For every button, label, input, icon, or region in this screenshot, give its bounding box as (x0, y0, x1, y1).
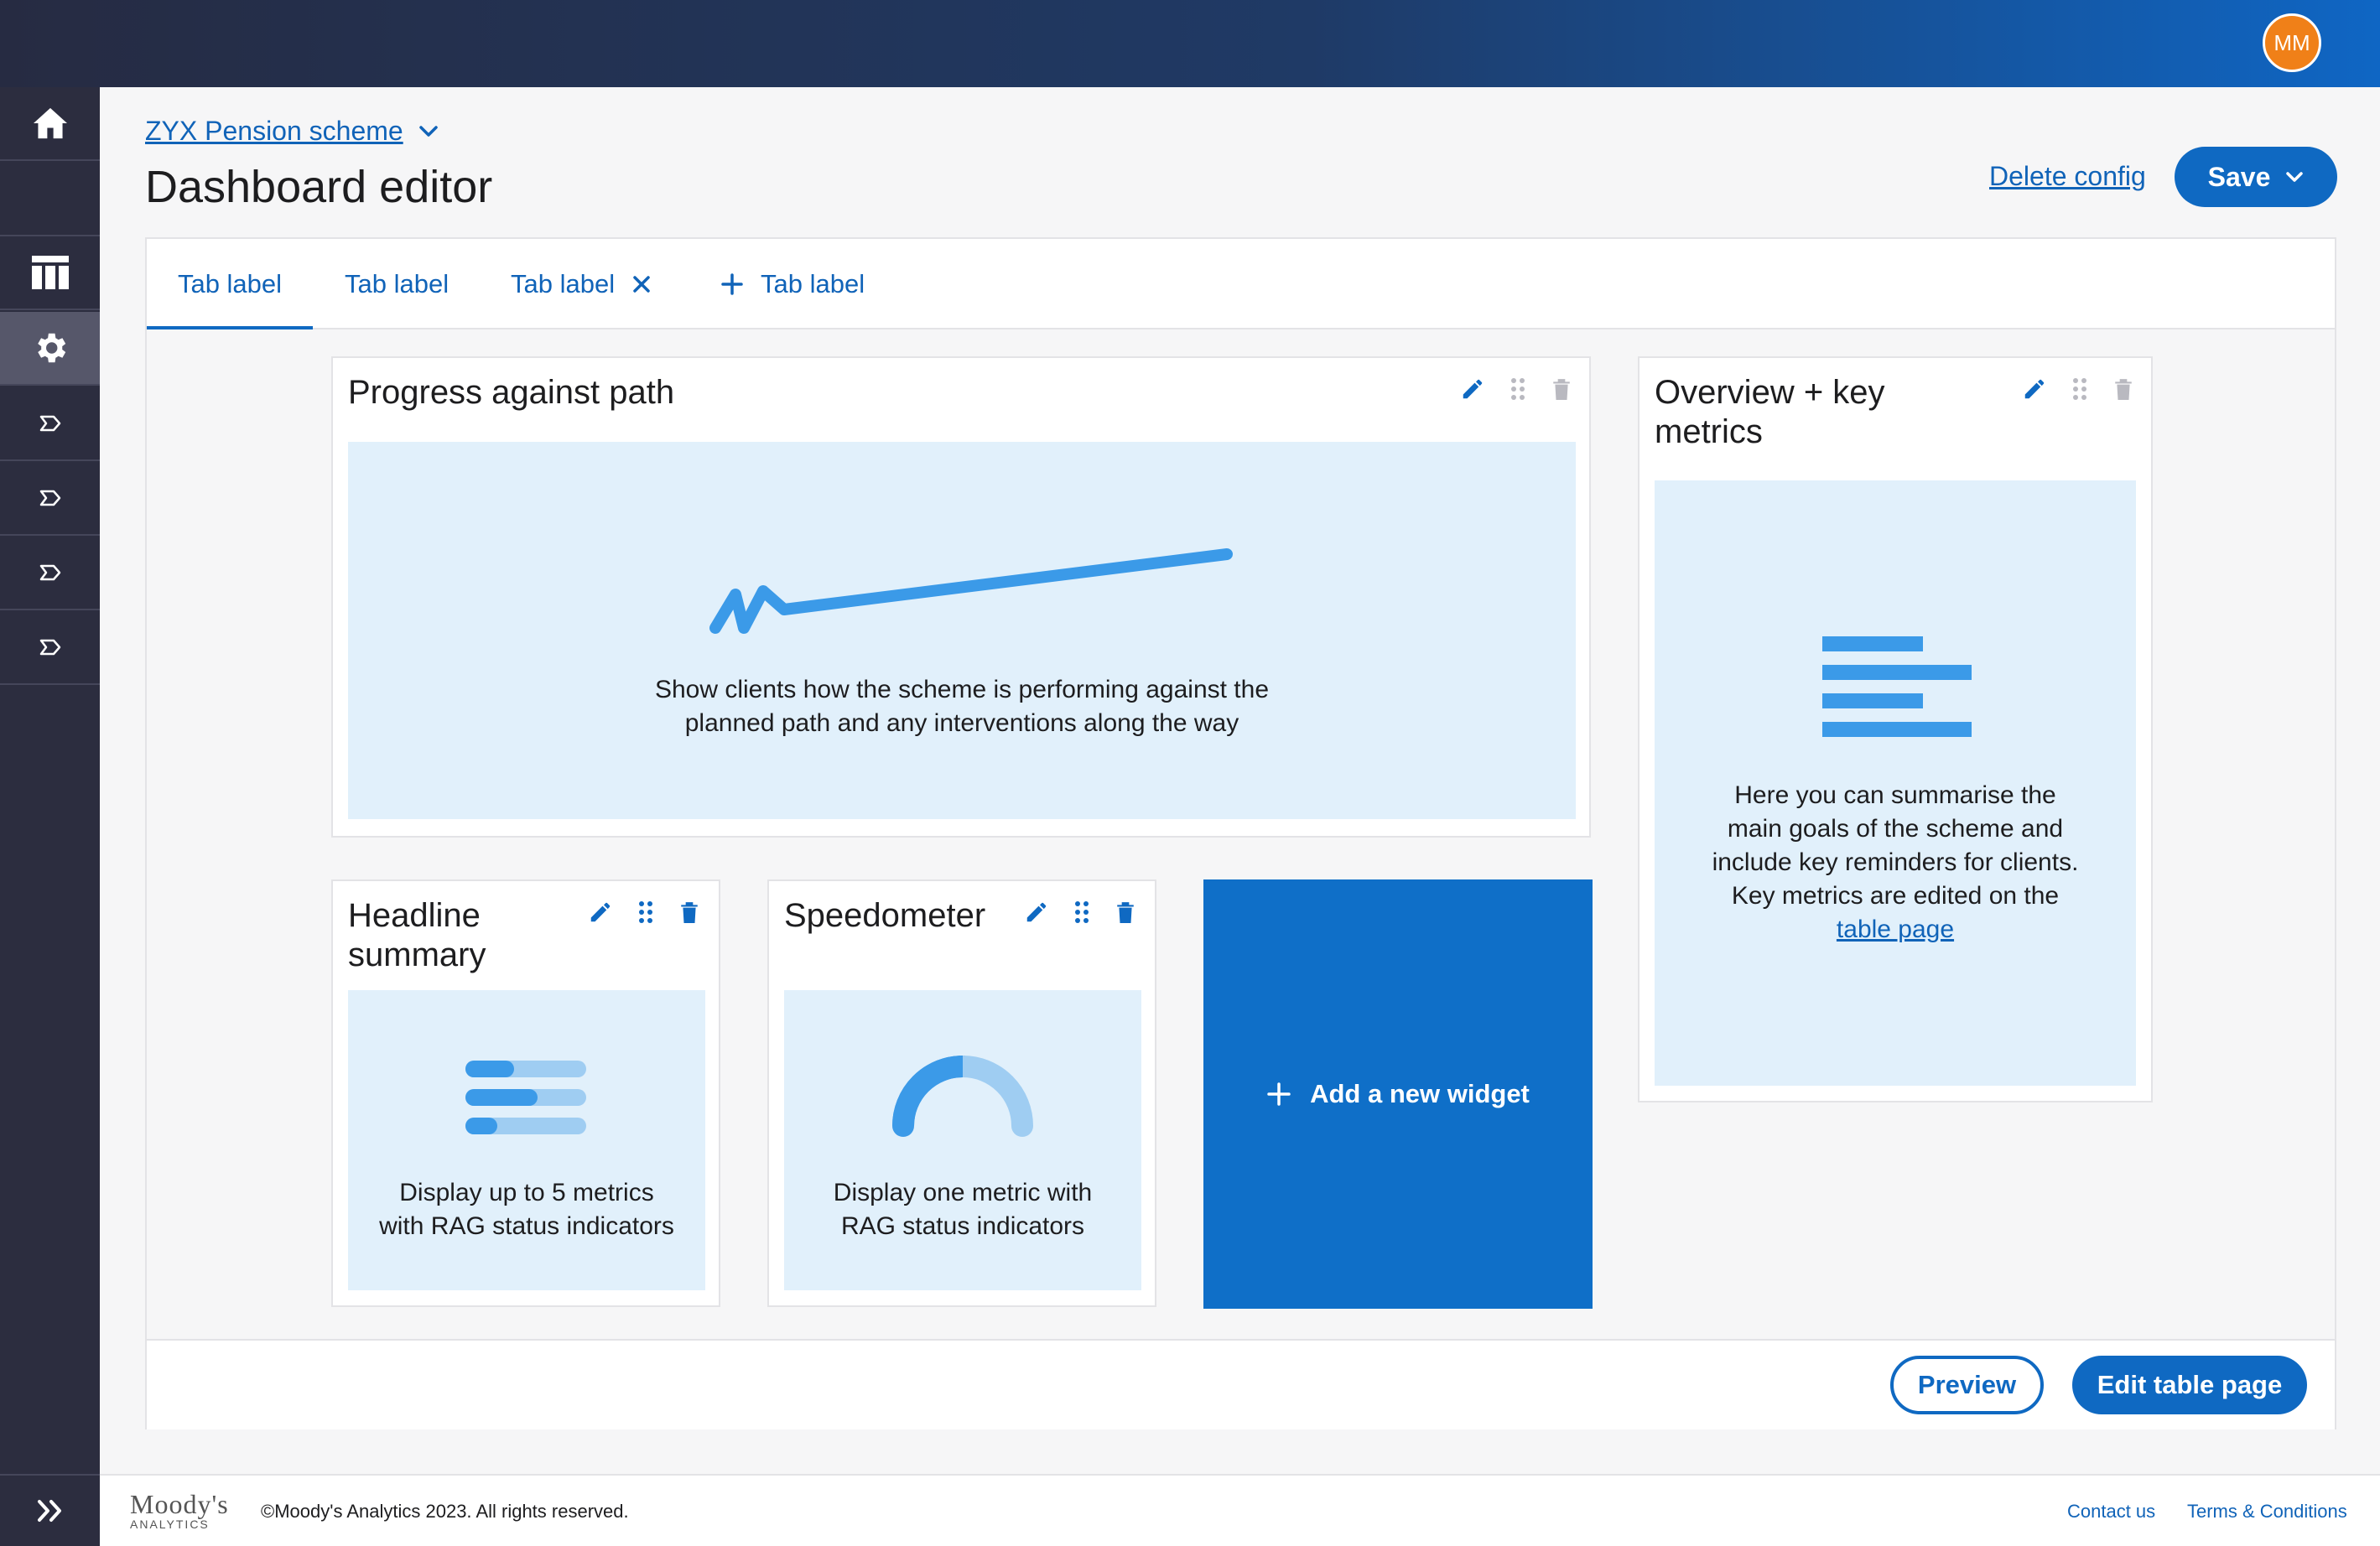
trash-icon[interactable] (1551, 376, 1572, 402)
table-icon (31, 256, 69, 289)
widget-canvas: Progress against path Show clients how t… (147, 329, 2335, 1339)
sidebar-expand-button[interactable] (0, 1476, 100, 1546)
text-lines-icon (1822, 636, 1972, 737)
widget-description: Display one metric with RAG status indic… (833, 1179, 1093, 1240)
widget-headline-summary[interactable]: Headline summary Display up to 5 metrics… (331, 879, 720, 1307)
breadcrumb[interactable]: ZYX Pension scheme (145, 116, 439, 147)
widget-title: Progress against path (348, 374, 675, 411)
copyright-text: ©Moody's Analytics 2023. All rights rese… (261, 1501, 629, 1522)
tab-3[interactable]: Tab label (511, 239, 652, 329)
tab-label: Tab label (511, 269, 616, 298)
widget-description: Display up to 5 metrics with RAG status … (379, 1179, 674, 1240)
tab-label: Tab label (761, 269, 865, 298)
widget-title: Overview + key metrics (1655, 374, 1885, 450)
delete-config-link[interactable]: Delete config (1989, 161, 2146, 192)
save-button-label: Save (2207, 161, 2271, 192)
add-widget-button[interactable]: Add a new widget (1203, 879, 1593, 1309)
table-page-link[interactable]: table page (1837, 916, 1954, 943)
save-button[interactable]: Save (2175, 147, 2337, 207)
pencil-icon[interactable] (1024, 900, 1049, 925)
chevron-down-icon[interactable] (418, 125, 439, 138)
sidebar-item-table[interactable] (0, 236, 100, 310)
panel-action-bar: Preview Edit table page (147, 1339, 2335, 1429)
widget-preview-area: Display one metric with RAG status indic… (784, 990, 1141, 1290)
tab-label: Tab label (177, 269, 283, 298)
add-widget-label: Add a new widget (1310, 1079, 1530, 1108)
drag-handle-icon[interactable] (2072, 376, 2087, 402)
tab-label: Tab label (345, 269, 449, 298)
widget-progress-against-path[interactable]: Progress against path Show clients how t… (331, 356, 1591, 838)
widget-description: Here you can summarise the main goals of… (1712, 781, 2079, 943)
edit-table-page-button[interactable]: Edit table page (2072, 1356, 2307, 1414)
sidebar-item-settings[interactable] (0, 312, 100, 386)
sidebar-item-home[interactable] (0, 87, 100, 161)
chevron-down-icon (2286, 172, 2304, 182)
sidebar-item-tag-3[interactable] (0, 537, 100, 610)
drag-handle-icon[interactable] (1074, 900, 1089, 925)
moodys-logo: Moody's ANALYTICS (130, 1489, 229, 1531)
editor-panel: Tab label Tab label Tab label Tab label … (145, 237, 2336, 1429)
tab-bar: Tab label Tab label Tab label Tab label (147, 239, 2335, 331)
widget-title: Speedometer (784, 897, 986, 934)
terms-link[interactable]: Terms & Conditions (2187, 1501, 2347, 1523)
line-chart-icon (709, 548, 1233, 634)
preview-button[interactable]: Preview (1890, 1356, 2044, 1414)
pencil-icon[interactable] (588, 900, 613, 925)
top-bar: MM (0, 0, 2380, 87)
widget-preview-area: Show clients how the scheme is performin… (348, 442, 1576, 819)
bar-metrics-icon (465, 1061, 586, 1134)
tag-icon (39, 639, 60, 656)
tab-1[interactable]: Tab label (147, 239, 313, 331)
gauge-icon (892, 1056, 1033, 1137)
double-chevron-right-icon (37, 1500, 61, 1522)
widget-preview-area: Display up to 5 metrics with RAG status … (348, 990, 705, 1290)
pencil-icon[interactable] (2022, 376, 2047, 402)
page-title: Dashboard editor (145, 162, 493, 212)
widget-overview-key-metrics[interactable]: Overview + key metrics Here you can summ… (1638, 356, 2153, 1102)
widget-toolbar (588, 900, 700, 925)
widget-toolbar (1460, 376, 1572, 402)
widget-description: Show clients how the scheme is performin… (654, 676, 1270, 737)
pencil-icon[interactable] (1460, 376, 1485, 402)
tag-icon (39, 490, 60, 506)
widget-preview-area: Here you can summarise the main goals of… (1655, 480, 2136, 1086)
tag-icon (39, 564, 60, 581)
plus-icon (721, 273, 743, 295)
trash-icon[interactable] (678, 900, 700, 925)
add-tab-button[interactable]: Tab label (720, 239, 865, 329)
sidebar-item-tag-2[interactable] (0, 462, 100, 536)
widget-title: Headline summary (348, 897, 486, 973)
sidebar-item-tag-4[interactable] (0, 611, 100, 685)
home-icon (33, 107, 67, 139)
plus-icon (1267, 1082, 1291, 1106)
user-avatar[interactable]: MM (2263, 13, 2321, 72)
breadcrumb-scheme-link[interactable]: ZYX Pension scheme (145, 116, 403, 147)
contact-us-link[interactable]: Contact us (2067, 1501, 2155, 1523)
close-icon[interactable] (631, 274, 652, 294)
widget-speedometer[interactable]: Speedometer Display one metric with RAG … (767, 879, 1156, 1307)
sidebar-item-tag-1[interactable] (0, 387, 100, 461)
tab-2[interactable]: Tab label (345, 239, 449, 329)
gear-icon (37, 333, 65, 363)
widget-toolbar (2022, 376, 2134, 402)
trash-icon[interactable] (1115, 900, 1136, 925)
page-footer: Moody's ANALYTICS ©Moody's Analytics 202… (100, 1474, 2380, 1546)
drag-handle-icon[interactable] (1510, 376, 1525, 402)
widget-toolbar (1024, 900, 1136, 925)
tag-icon (39, 415, 60, 432)
trash-icon[interactable] (2112, 376, 2134, 402)
sidebar (0, 87, 100, 1546)
drag-handle-icon[interactable] (638, 900, 653, 925)
